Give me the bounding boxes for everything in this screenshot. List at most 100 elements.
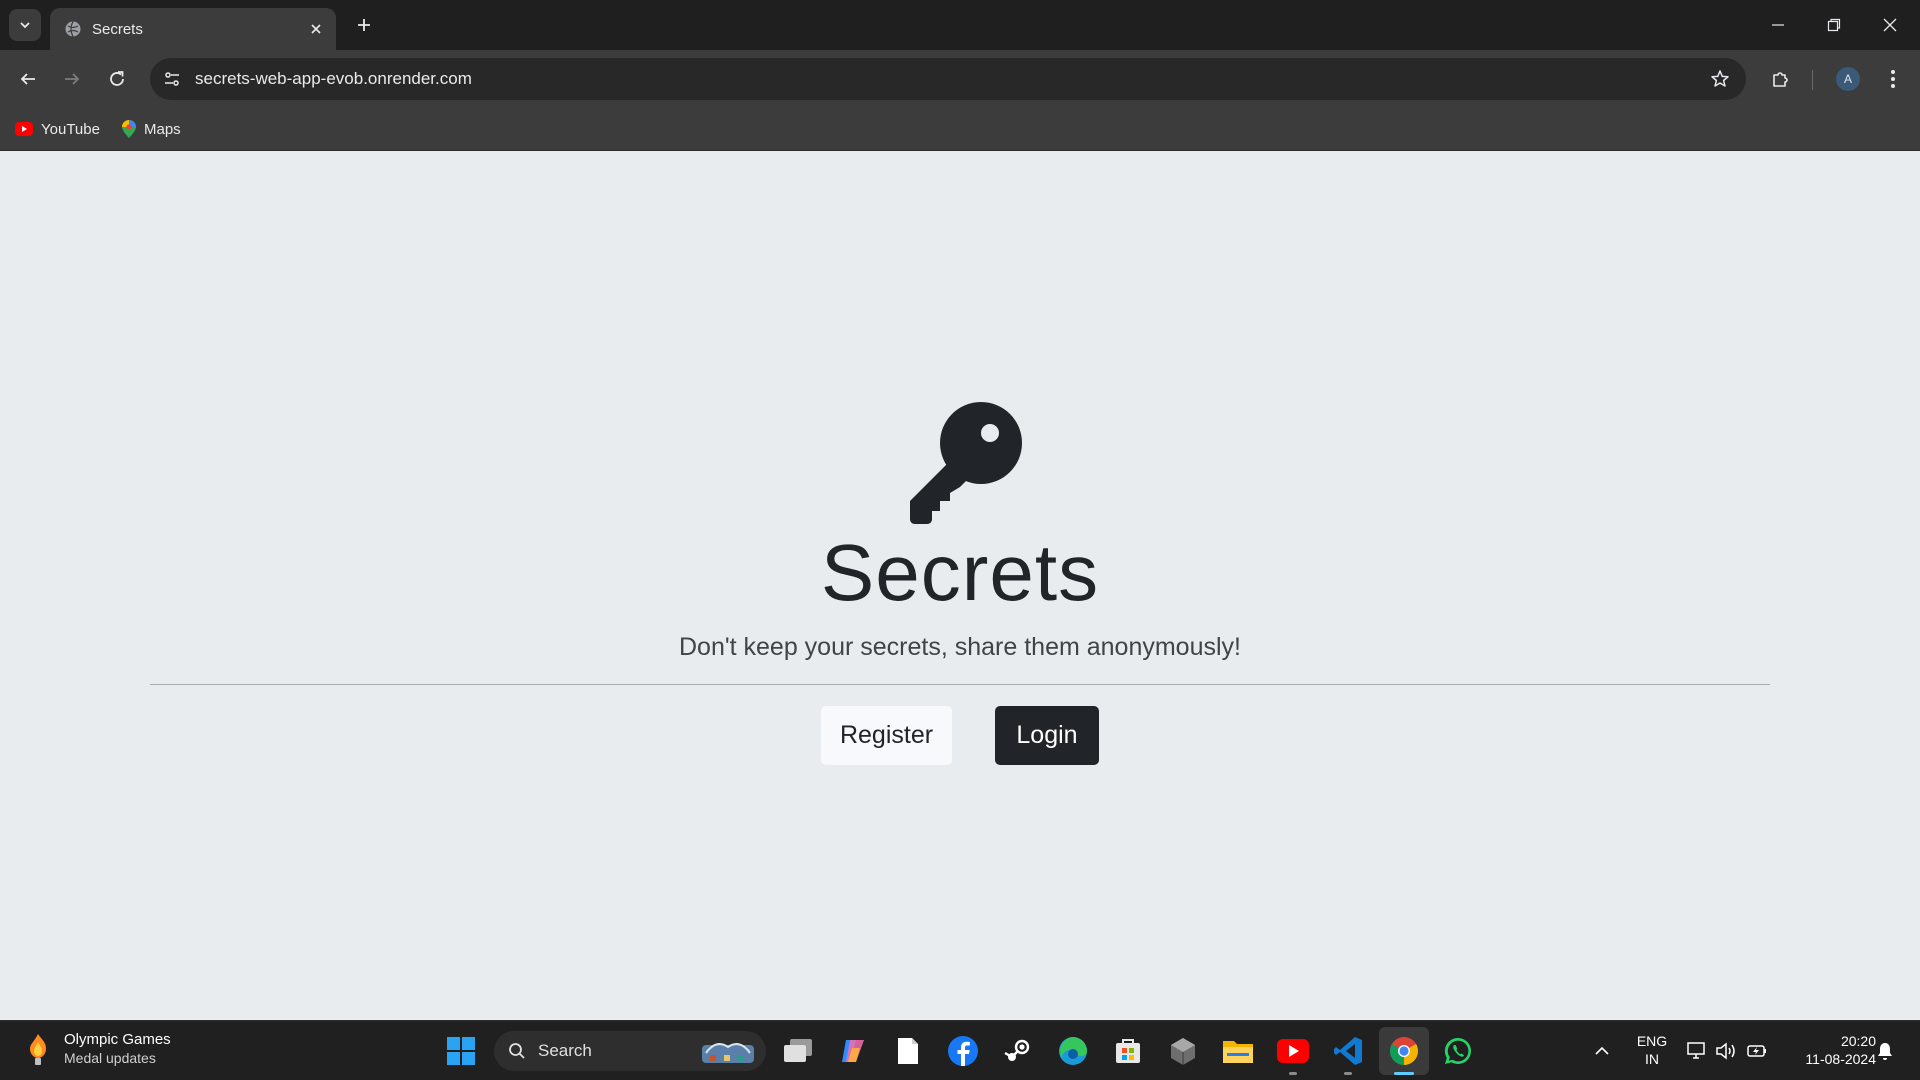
vscode-icon	[1334, 1037, 1362, 1065]
bookmark-label: Maps	[144, 120, 181, 138]
tab-close-button[interactable]	[302, 15, 330, 43]
microsoft-store-button[interactable]	[1111, 1034, 1145, 1068]
edge-icon	[1059, 1037, 1087, 1065]
search-icon	[509, 1043, 525, 1059]
star-icon	[1711, 70, 1729, 87]
battery-charging-icon	[1747, 1045, 1766, 1057]
youtube-app-button[interactable]	[1276, 1034, 1310, 1068]
taskbar: Olympic Games Medal updates Search ENG I…	[0, 1020, 1920, 1080]
minimize-button[interactable]	[1750, 0, 1806, 50]
store-icon	[1116, 1039, 1140, 1063]
edge-button[interactable]	[1056, 1034, 1090, 1068]
more-vertical-icon	[1891, 70, 1895, 88]
file-explorer-button[interactable]	[1221, 1034, 1255, 1068]
taskbar-search[interactable]: Search	[494, 1031, 766, 1071]
bookmark-youtube[interactable]: YouTube	[15, 118, 100, 140]
unity-hub-button[interactable]	[1166, 1034, 1200, 1068]
new-tab-button[interactable]	[350, 11, 378, 39]
tab-search-button[interactable]	[9, 9, 41, 41]
widget-subtitle: Medal updates	[64, 1050, 156, 1066]
puzzle-icon	[1773, 72, 1788, 87]
task-view-icon	[784, 1039, 812, 1062]
windows-icon	[447, 1037, 475, 1065]
minimize-icon	[1772, 24, 1784, 26]
maps-pin-icon	[122, 120, 136, 138]
page-content: Secrets Don't keep your secrets, share t…	[0, 151, 1920, 1020]
network-icon	[1687, 1042, 1705, 1059]
cube-icon	[1171, 1038, 1195, 1065]
facebook-button[interactable]	[946, 1034, 980, 1068]
notepad-button[interactable]	[891, 1034, 925, 1068]
bell-icon	[1878, 1043, 1892, 1060]
reload-button[interactable]	[101, 63, 133, 95]
url-text[interactable]: secrets-web-app-evob.onrender.com	[195, 69, 1704, 89]
plus-icon	[358, 19, 370, 31]
volume-button[interactable]	[1709, 1034, 1743, 1068]
bookmark-maps[interactable]: Maps	[122, 118, 181, 140]
address-bar[interactable]: secrets-web-app-evob.onrender.com	[150, 58, 1746, 100]
avatar: A	[1836, 67, 1860, 91]
steam-icon	[1004, 1039, 1030, 1061]
search-label: Search	[538, 1041, 592, 1060]
close-window-button[interactable]	[1862, 0, 1918, 50]
language-code: ENG	[1636, 1033, 1668, 1049]
restore-icon	[1827, 18, 1841, 32]
youtube-icon	[1277, 1039, 1309, 1063]
facebook-icon	[948, 1036, 978, 1066]
arrow-left-icon	[20, 73, 35, 85]
close-icon	[1883, 18, 1897, 32]
register-button[interactable]: Register	[821, 706, 952, 765]
notifications-button[interactable]	[1868, 1034, 1902, 1068]
search-highlight-icon	[702, 1043, 754, 1063]
reload-icon	[110, 71, 124, 86]
clock[interactable]: 20:20 11-08-2024	[1776, 1032, 1876, 1068]
browser-toolbar: secrets-web-app-evob.onrender.com A	[0, 50, 1920, 108]
tab-title: Secrets	[92, 20, 143, 38]
torch-flame-icon	[30, 1033, 46, 1065]
chevron-down-icon	[20, 22, 30, 29]
steam-button[interactable]	[1001, 1034, 1035, 1068]
youtube-icon	[15, 122, 33, 136]
tab-secrets[interactable]: Secrets	[50, 8, 336, 50]
back-button[interactable]	[12, 63, 44, 95]
tune-icon	[165, 72, 179, 86]
globe-icon	[65, 21, 81, 37]
start-button[interactable]	[444, 1034, 478, 1068]
show-hidden-icons-button[interactable]	[1585, 1034, 1619, 1068]
menu-button[interactable]	[1877, 63, 1909, 95]
vscode-button[interactable]	[1331, 1034, 1365, 1068]
folder-icon	[1223, 1041, 1253, 1063]
running-indicator	[1289, 1072, 1297, 1075]
whatsapp-button[interactable]	[1441, 1034, 1475, 1068]
divider	[150, 684, 1770, 685]
clock-time: 20:20	[1840, 1033, 1876, 1049]
key-icon	[910, 402, 1022, 524]
restore-button[interactable]	[1806, 0, 1862, 50]
whatsapp-icon	[1444, 1037, 1471, 1064]
clock-date: 11-08-2024	[1805, 1051, 1876, 1067]
region-code: IN	[1645, 1051, 1659, 1067]
battery-button[interactable]	[1740, 1034, 1774, 1068]
weather-widget[interactable]: Olympic Games Medal updates	[24, 1031, 171, 1066]
login-button[interactable]: Login	[995, 706, 1099, 765]
profile-button[interactable]: A	[1832, 63, 1864, 95]
lead-text: Don't keep your secrets, share them anon…	[679, 633, 1241, 661]
extensions-button[interactable]	[1765, 63, 1797, 95]
task-view-button[interactable]	[781, 1034, 815, 1068]
chrome-button[interactable]	[1387, 1034, 1421, 1068]
running-indicator	[1344, 1072, 1352, 1075]
copilot-button[interactable]	[836, 1034, 870, 1068]
bookmark-label: YouTube	[41, 120, 100, 138]
chevron-up-icon	[1595, 1046, 1609, 1055]
bookmarks-bar: YouTube Maps	[0, 108, 1920, 151]
language-indicator[interactable]: ENG IN	[1627, 1032, 1677, 1068]
volume-icon	[1716, 1042, 1735, 1060]
copilot-icon	[842, 1040, 864, 1062]
tab-strip: Secrets	[0, 0, 1920, 50]
widget-title: Olympic Games	[64, 1031, 171, 1048]
bookmark-star-button[interactable]	[1704, 63, 1736, 95]
arrow-right-icon	[65, 73, 80, 85]
close-icon	[311, 24, 321, 34]
forward-button[interactable]	[56, 63, 88, 95]
site-info-button[interactable]	[157, 64, 187, 94]
